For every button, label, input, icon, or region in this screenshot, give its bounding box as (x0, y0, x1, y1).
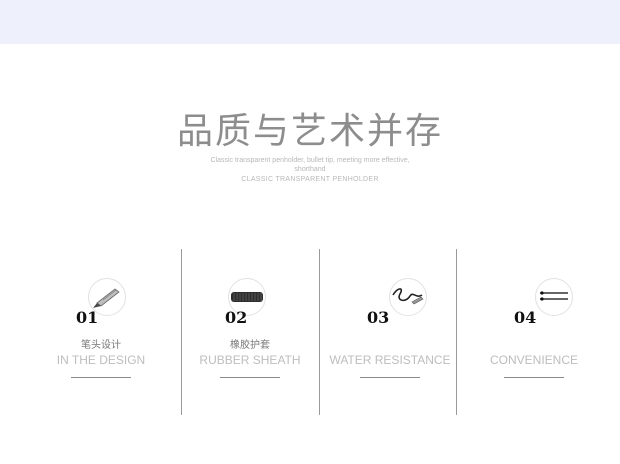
feature-title-cn: 笔头设计 (81, 340, 121, 351)
subtitle-line-2: shorthand (294, 166, 326, 173)
ink-scribble-icon (389, 278, 427, 316)
divider-1 (181, 249, 182, 415)
feature-title-en: RUBBER SHEATH (199, 353, 301, 367)
feature-title-en: WATER RESISTANCE (329, 353, 451, 367)
feature-title-en: IN THE DESIGN (56, 353, 146, 367)
feature-underline (71, 377, 131, 378)
feature-number: 03 (367, 308, 390, 327)
feature-number: 04 (514, 308, 537, 327)
feature-underline (220, 377, 280, 378)
subtitle-line-3: CLASSIC TRANSPARENT PENHOLDER (241, 176, 379, 183)
feature-number: 01 (76, 308, 99, 327)
pen-refill-icon (535, 278, 573, 316)
top-banner (0, 0, 620, 44)
divider-2 (319, 249, 320, 415)
page-title: 品质与艺术并存 (176, 111, 443, 152)
feature-underline (504, 377, 564, 378)
divider-3 (456, 249, 457, 415)
feature-title-en: CONVENIENCE (489, 353, 578, 367)
subtitle-line-1: Classic transparent penholder, bullet ti… (210, 157, 410, 164)
feature-title-cn: 橡胶护套 (230, 340, 270, 351)
feature-number: 02 (225, 308, 248, 327)
feature-underline (360, 377, 420, 378)
